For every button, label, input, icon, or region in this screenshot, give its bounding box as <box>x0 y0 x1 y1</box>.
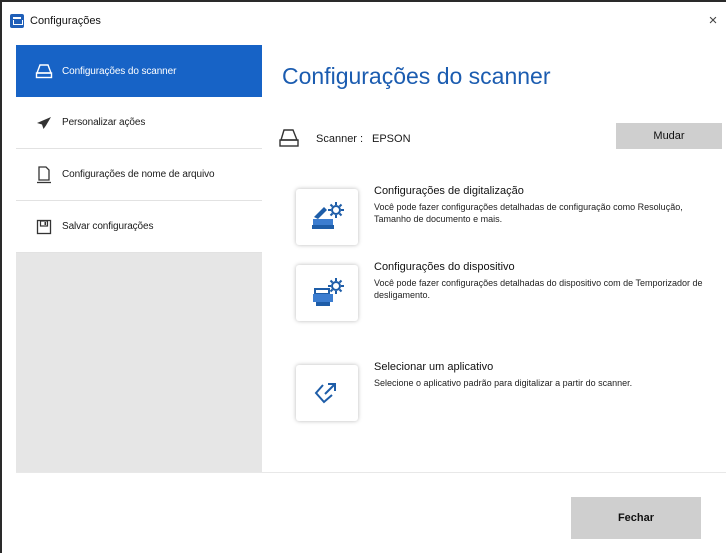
paper-plane-icon <box>34 113 54 133</box>
scanner-name: EPSON <box>372 133 411 145</box>
device-settings-icon[interactable] <box>296 265 358 321</box>
sidebar-item-scanner-settings[interactable]: Configurações do scanner <box>16 45 262 97</box>
scanner-icon <box>34 61 54 81</box>
option-title: Configurações de digitalização <box>374 185 524 197</box>
option-description: Você pode fazer configurações detalhadas… <box>374 278 703 300</box>
scanner-row: Scanner : EPSON Mudar <box>278 123 724 153</box>
option-title: Configurações do dispositivo <box>374 261 515 273</box>
sidebar-item-filename-settings[interactable]: Configurações de nome de arquivo <box>16 149 262 201</box>
settings-window: Configurações × Configurações do scanner… <box>0 0 726 553</box>
sidebar-item-label: Personalizar ações <box>62 117 146 128</box>
change-scanner-button[interactable]: Mudar <box>616 123 722 149</box>
option-scan-settings: Configurações de digitalização Você pode… <box>296 185 716 251</box>
page-title: Configurações do scanner <box>282 63 551 89</box>
title-bar: Configurações × <box>2 2 726 40</box>
sidebar: Configurações do scanner Personalizar aç… <box>16 45 262 472</box>
sidebar-item-label: Salvar configurações <box>62 221 154 232</box>
sidebar-item-label: Configurações do scanner <box>62 65 177 77</box>
select-app-icon[interactable] <box>296 365 358 421</box>
option-title: Selecionar um aplicativo <box>374 361 494 373</box>
footer: Fechar <box>16 472 726 553</box>
scanner-label: Scanner : <box>316 133 364 145</box>
option-description: Você pode fazer configurações detalhadas… <box>374 202 683 224</box>
option-description: Selecione o aplicativo padrão para digit… <box>374 378 633 388</box>
close-button[interactable]: Fechar <box>571 497 701 539</box>
sidebar-item-label: Configurações de nome de arquivo <box>62 169 215 180</box>
sidebar-item-customize-actions[interactable]: Personalizar ações <box>16 97 262 149</box>
scanner-icon <box>278 128 300 148</box>
option-select-app: Selecionar um aplicativo Selecione o apl… <box>296 361 716 427</box>
document-icon <box>34 165 54 185</box>
window-title: Configurações <box>30 15 101 27</box>
scan-settings-icon[interactable] <box>296 189 358 245</box>
app-icon <box>10 14 24 28</box>
sidebar-item-save-settings[interactable]: Salvar configurações <box>16 201 262 253</box>
save-icon <box>34 217 54 237</box>
main-panel: Configurações do scanner Scanner : EPSON… <box>262 45 726 472</box>
close-icon[interactable]: × <box>702 8 724 32</box>
option-device-settings: Configurações do dispositivo Você pode f… <box>296 261 716 327</box>
